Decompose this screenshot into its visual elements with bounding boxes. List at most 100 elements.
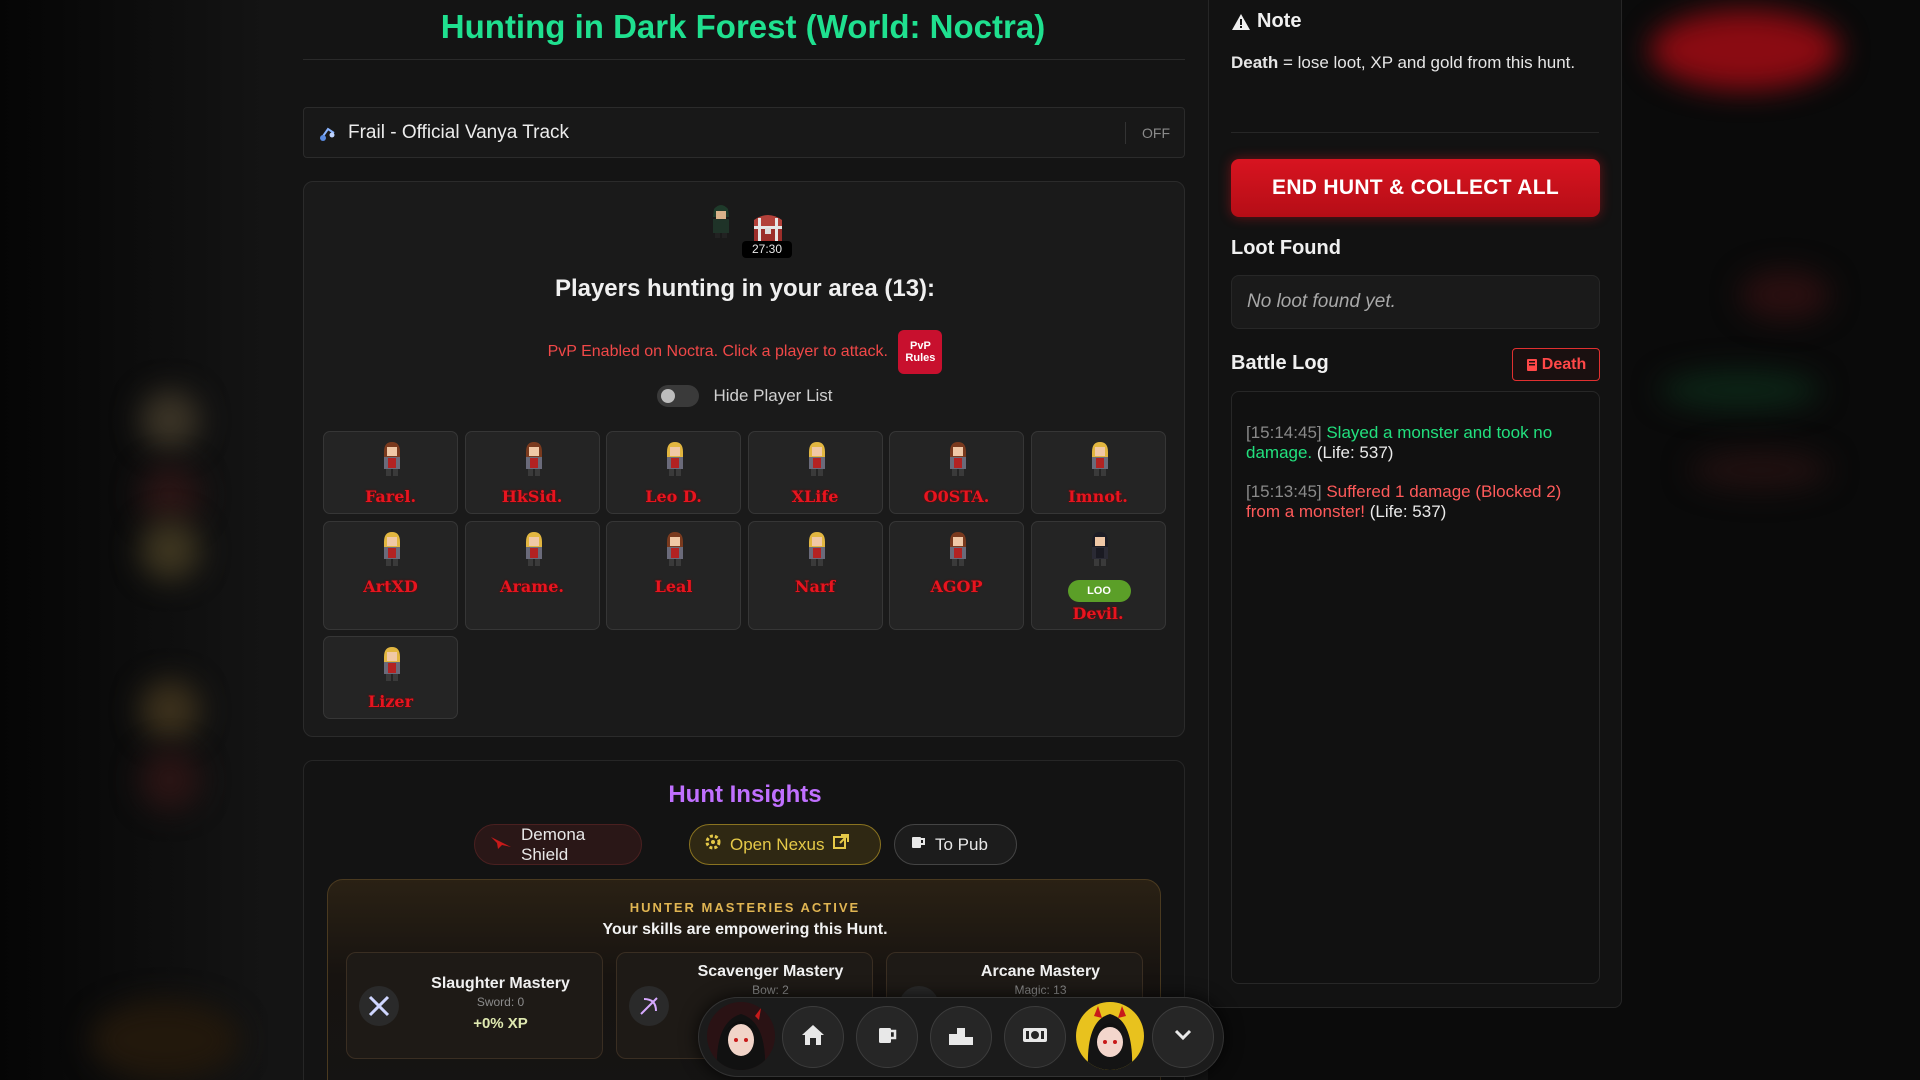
sidebar-divider — [1231, 132, 1599, 133]
mastery-skill: Sword: 0 — [476, 995, 525, 1009]
log-life: (Life: 537) — [1316, 443, 1394, 462]
expand-dock-button[interactable] — [1152, 1006, 1214, 1068]
mastery-name: Slaughter Mastery — [431, 975, 570, 992]
player-card[interactable]: LOO Devil. — [1030, 521, 1166, 630]
music-note-icon — [318, 123, 338, 143]
demona-shield-button[interactable]: Demona Shield — [474, 824, 642, 865]
player-card[interactable]: Leo D. — [606, 431, 741, 514]
mastery-heading: HUNTER MASTERIES ACTIVE — [629, 900, 861, 915]
mastery-skill: Bow: 2 — [752, 983, 789, 997]
player-sprite-icon — [662, 440, 688, 478]
note-bold: Death — [1231, 53, 1279, 72]
player-name: Leo D. — [645, 487, 702, 506]
pub-button[interactable] — [856, 1006, 918, 1068]
log-timestamp: [15:13:45] — [1246, 482, 1327, 501]
battle-log-entry: [15:14:45] Slayed a monster and took no … — [1246, 423, 1585, 463]
bow-icon — [629, 986, 669, 1026]
player-card[interactable]: Farel. — [323, 431, 458, 514]
pvp-rules-top: PvP — [909, 340, 931, 352]
book-icon — [1526, 358, 1538, 372]
insights-title: Hunt Insights — [668, 781, 822, 808]
end-hunt-button[interactable]: END HUNT & COLLECT ALL — [1231, 159, 1600, 217]
players-panel: 27:30 Players hunting in your area (13):… — [303, 181, 1185, 737]
blurred-shape — [1660, 370, 1820, 410]
log-timestamp: [15:14:45] — [1246, 423, 1327, 442]
open-nexus-button[interactable]: Open Nexus — [689, 824, 881, 865]
blurred-shape — [140, 750, 200, 810]
pvp-notice-row: PvP Enabled on Noctra. Click a player to… — [304, 330, 1186, 374]
tickets-button[interactable] — [1004, 1006, 1066, 1068]
companion-avatar-button[interactable] — [1076, 1002, 1144, 1070]
player-card[interactable]: Imnot. — [1030, 431, 1166, 514]
player-name: Narf — [794, 577, 836, 596]
player-name: HkSid. — [501, 487, 563, 506]
player-card[interactable]: AGOP — [889, 521, 1024, 630]
blurred-shape — [1740, 270, 1830, 320]
left-backdrop — [0, 0, 268, 1080]
music-player[interactable]: Frail - Official Vanya Track OFF — [303, 107, 1185, 158]
player-name: Farel. — [364, 487, 417, 506]
player-name: Arame. — [500, 577, 564, 596]
note-title-text: Note — [1257, 10, 1302, 32]
player-sprite-icon — [521, 440, 547, 478]
player-sprite-icon — [662, 530, 688, 568]
bottom-dock — [698, 997, 1224, 1077]
player-card[interactable]: Lizer — [323, 636, 458, 719]
player-sprite-icon — [521, 530, 547, 568]
player-name: Lizer — [367, 692, 414, 711]
tickets-icon — [1022, 1025, 1048, 1050]
gear-icon — [705, 834, 721, 855]
mastery-name: Scavenger Mastery — [697, 963, 844, 980]
crossed-swords-icon — [359, 986, 399, 1026]
blurred-shape — [140, 465, 200, 525]
mastery-skill: Magic: 13 — [1014, 983, 1067, 997]
music-track-title: Frail - Official Vanya Track — [348, 121, 570, 143]
hunter-sprite-icon — [706, 203, 736, 239]
player-sprite-icon — [804, 530, 830, 568]
podium-icon — [948, 1024, 974, 1051]
player-card[interactable]: ArtXD — [323, 521, 458, 630]
blurred-shape — [140, 390, 200, 450]
home-icon — [801, 1024, 825, 1051]
player-card[interactable]: Leal — [606, 521, 741, 630]
note-text: Death = lose loot, XP and gold from this… — [1231, 49, 1581, 77]
player-sprite-icon — [1087, 530, 1113, 568]
pvp-rules-button[interactable]: PvP Rules — [898, 330, 943, 374]
death-log-button[interactable]: Death — [1512, 348, 1600, 381]
to-pub-label: To Pub — [935, 834, 988, 854]
home-button[interactable] — [782, 1006, 844, 1068]
to-pub-button[interactable]: To Pub — [894, 824, 1017, 865]
hunt-sidebar: Note Death = lose loot, XP and gold from… — [1208, 0, 1622, 1008]
leaderboard-button[interactable] — [930, 1006, 992, 1068]
player-card[interactable]: XLife — [747, 431, 883, 514]
hide-player-list-label: Hide Player List — [713, 386, 833, 405]
mastery-bonus: +0% XP — [473, 1015, 528, 1032]
player-sprite-icon — [945, 530, 971, 568]
player-name: O0STA. — [923, 487, 990, 506]
chest-timer: 27:30 — [742, 241, 792, 258]
player-sprite-icon — [1087, 440, 1113, 478]
music-toggle[interactable]: OFF — [1125, 121, 1170, 144]
player-card[interactable]: O0STA. — [889, 431, 1024, 514]
battle-log-entry: [15:13:45] Suffered 1 damage (Blocked 2)… — [1246, 482, 1585, 522]
player-name: Devil. — [1072, 604, 1124, 623]
player-badge: LOO — [1067, 580, 1131, 602]
pvp-notice: PvP Enabled on Noctra. Click a player to… — [547, 343, 888, 360]
mug-icon — [876, 1024, 898, 1051]
hide-player-list-row: Hide Player List — [304, 385, 1186, 407]
player-card[interactable]: Narf — [747, 521, 883, 630]
mug-icon — [910, 834, 926, 855]
player-card[interactable]: HkSid. — [464, 431, 600, 514]
player-sprite-icon — [379, 440, 405, 478]
death-log-label: Death — [1541, 355, 1587, 373]
players-heading: Players hunting in your area (13): — [554, 275, 936, 302]
player-card[interactable]: Arame. — [464, 521, 600, 630]
chevron-down-icon — [1173, 1028, 1193, 1047]
player-name: Leal — [654, 577, 693, 596]
hide-player-list-switch[interactable] — [657, 385, 700, 407]
note-title: Note — [1231, 10, 1301, 33]
external-link-icon — [832, 834, 849, 855]
right-backdrop — [1650, 0, 1920, 1080]
player-name: ArtXD — [363, 577, 418, 596]
player-avatar-button[interactable] — [707, 1002, 775, 1070]
